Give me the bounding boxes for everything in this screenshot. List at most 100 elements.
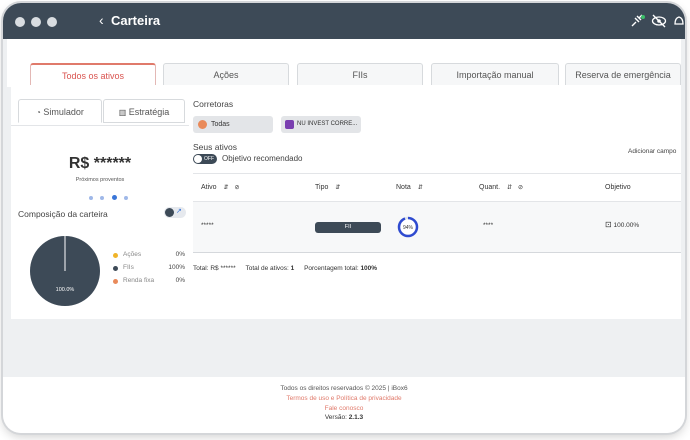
legend-item: Ações 0%	[111, 251, 187, 264]
composition-title: Composição da carteira	[18, 209, 108, 219]
type-badge: FII	[315, 222, 381, 233]
row-divider	[193, 252, 681, 253]
tab-reserva-de-emergencia[interactable]: Reserva de emergência	[565, 63, 681, 85]
broker-nu-label: NU INVEST CORRE...	[297, 121, 358, 127]
page-content: Todos os ativos Ações FIIs Importação ma…	[7, 39, 681, 321]
terms-link[interactable]: Termos de uso e Política de privacidade	[3, 395, 685, 402]
page-title: Carteira	[111, 13, 161, 28]
right-panel: Corretoras Todas NU INVEST CORRE... Seus…	[189, 87, 681, 319]
sort-icon[interactable]: ⇵	[335, 185, 340, 191]
window-dot-minimize[interactable]	[31, 17, 41, 27]
brokers-title: Corretoras	[193, 99, 234, 109]
eye-off-icon[interactable]: ⊘	[518, 185, 523, 191]
title-bar: ‹ Carteira	[3, 3, 685, 39]
composition-toggle[interactable]: ↗	[164, 207, 186, 218]
legend-value: 0%	[175, 251, 185, 258]
objective-value: 100.00%	[613, 222, 640, 229]
total-pct-value: 100%	[360, 265, 378, 272]
total-assets-value: 1	[290, 265, 295, 272]
portfolio-balance: R$ ******	[68, 155, 132, 172]
tab-simulador-label: Simulador	[43, 107, 84, 117]
score-label: 94%	[403, 225, 414, 231]
col-header-ativo[interactable]: Ativo ⇵ ⊘	[201, 184, 240, 191]
total-pct-label: Porcentagem total:	[304, 265, 359, 272]
legend-label: FIIs	[123, 264, 134, 271]
gauge-icon: ◔	[36, 108, 41, 117]
score-ring: 94%	[397, 216, 419, 238]
bar-chart-icon: ▥	[118, 108, 127, 117]
tab-estrategia-label: Estratégia	[128, 107, 170, 117]
bell-icon[interactable]	[673, 14, 685, 33]
line-chart-icon: ↗	[176, 208, 182, 215]
cell-quant: ****	[483, 222, 494, 229]
sort-icon[interactable]: ⇵	[224, 185, 229, 191]
legend-dot	[113, 266, 118, 271]
col-label: Quant.	[479, 184, 501, 191]
window-dot-close[interactable]	[15, 17, 25, 27]
tab-importacao-manual[interactable]: Importação manual	[431, 63, 559, 85]
lock-icon[interactable]: ⊡	[605, 220, 612, 229]
version-info: Versão: 2.1.3	[3, 414, 685, 421]
tab-estrategia[interactable]: ▥ Estratégia	[103, 99, 185, 123]
table-row[interactable]: ***** FII 94% **** ⊡ 100.00%	[193, 202, 681, 252]
broker-all-label: Todas	[211, 121, 230, 128]
total-value: Total: R$ ******	[193, 265, 236, 272]
window-dot-maximize[interactable]	[47, 17, 57, 27]
composition-legend: Ações 0% FIIs 100% Renda fixa 0%	[111, 251, 187, 290]
col-header-nota[interactable]: Nota ⇵	[396, 184, 423, 191]
back-chevron-icon[interactable]: ‹	[99, 13, 104, 27]
footer: Todos os direitos reservados © 2025 | iB…	[3, 377, 685, 433]
toggle-state-label: OFF	[204, 156, 214, 162]
sort-icon[interactable]: ⇵	[418, 185, 423, 191]
divider	[11, 125, 189, 126]
left-panel: ◔ Simulador ▥ Estratégia R$ ****** Próxi…	[11, 87, 190, 319]
col-header-objetivo[interactable]: Objetivo	[605, 184, 631, 191]
eye-off-icon[interactable]	[651, 14, 667, 33]
version-value: 2.1.3	[348, 414, 364, 421]
legend-dot	[113, 253, 118, 258]
tab-acoes[interactable]: Ações	[163, 63, 289, 85]
col-label: Ativo	[201, 184, 217, 191]
total-assets-label: Total de ativos:	[245, 265, 289, 272]
app-window: ‹ Carteira Todos os ativos Ações FIIs Im…	[3, 3, 685, 433]
tab-simulador[interactable]: ◔ Simulador	[18, 99, 102, 123]
composition-pie: 100.0%	[30, 236, 100, 306]
pie-center-label: 100.0%	[56, 287, 75, 293]
totals-bar: Total: R$ ****** Total de ativos: 1 Porc…	[193, 265, 377, 272]
toggle-knob	[194, 155, 202, 163]
cell-ativo: *****	[201, 222, 214, 229]
cell-objetivo[interactable]: ⊡ 100.00%	[605, 220, 639, 229]
table-top-border	[193, 173, 681, 174]
version-label: Versão:	[324, 414, 347, 421]
legend-label: Renda fixa	[123, 277, 155, 284]
objective-label: Objetivo recomendado	[222, 154, 303, 163]
legend-value: 0%	[175, 277, 185, 284]
col-label: Tipo	[315, 184, 329, 191]
add-field-button[interactable]: Adicionar campo	[628, 148, 676, 155]
objective-toggle[interactable]: OFF	[193, 154, 217, 164]
next-dividends-label: Próximos proventos	[75, 177, 125, 183]
sort-icon[interactable]: ⇵	[507, 185, 512, 191]
contact-link[interactable]: Fale conosco	[3, 405, 685, 412]
broker-chip-all[interactable]: Todas	[193, 116, 273, 133]
col-header-tipo[interactable]: Tipo ⇵	[315, 184, 340, 191]
legend-dot	[113, 279, 118, 284]
nu-logo-icon	[285, 120, 294, 129]
col-label: Nota	[396, 184, 411, 191]
legend-item: FIIs 100%	[111, 264, 187, 277]
carousel-dots[interactable]	[89, 187, 129, 205]
tab-fiis[interactable]: FIIs	[297, 63, 423, 85]
legend-item: Renda fixa 0%	[111, 277, 187, 290]
tab-bar: Todos os ativos Ações FIIs Importação ma…	[7, 39, 681, 87]
legend-label: Ações	[123, 251, 142, 258]
col-header-quant[interactable]: Quant. ⇵ ⊘	[479, 184, 523, 191]
tab-todos-os-ativos[interactable]: Todos os ativos	[30, 63, 156, 85]
legend-value: 100%	[168, 264, 185, 271]
globe-icon	[198, 120, 207, 129]
footer-rights: Todos os direitos reservados © 2025 | iB…	[280, 385, 408, 392]
assets-title: Seus ativos	[193, 142, 237, 152]
eye-off-icon[interactable]: ⊘	[235, 185, 240, 191]
broker-chip-nu[interactable]: NU INVEST CORRE...	[281, 116, 361, 133]
plug-icon[interactable]	[629, 14, 645, 33]
pie-toggle-icon	[165, 208, 174, 217]
